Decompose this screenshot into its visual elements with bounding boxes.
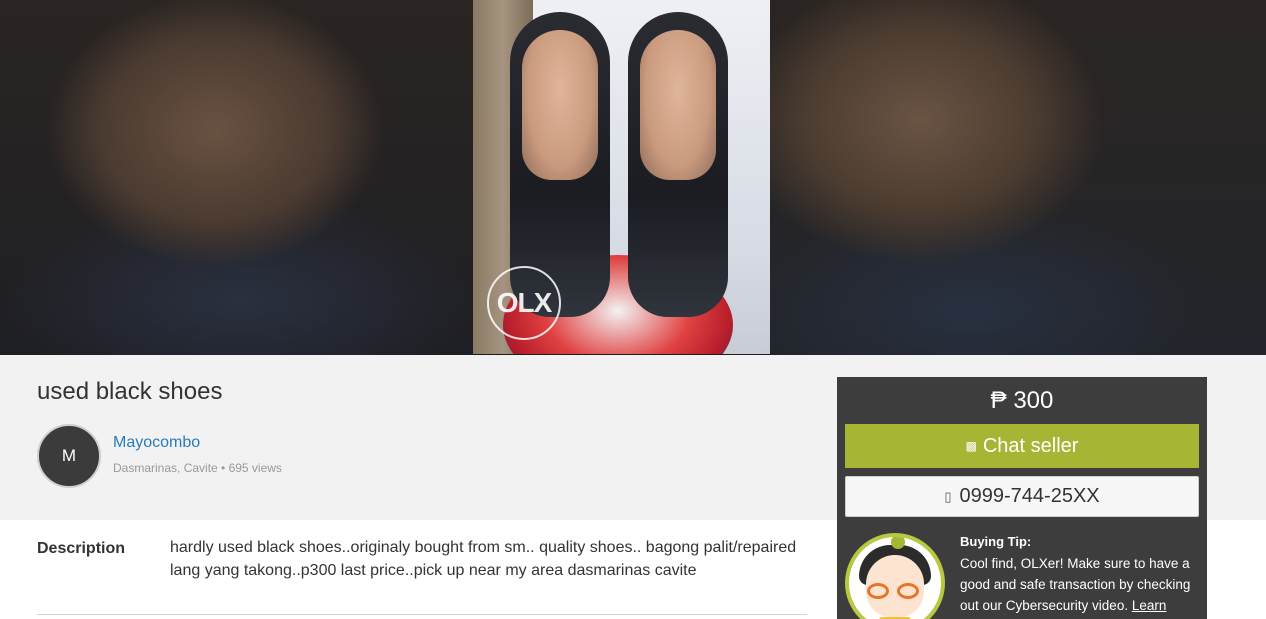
listing-title: used black shoes xyxy=(37,378,223,405)
buying-tip-learn-link[interactable]: Learn xyxy=(1132,598,1167,613)
description-label: Description xyxy=(37,540,126,557)
seller-name-link[interactable]: Mayocombo xyxy=(113,434,200,452)
gallery-blurred-background-right xyxy=(770,0,1266,355)
listing-photo[interactable]: OLX xyxy=(473,0,770,354)
seller-location-views: Dasmarinas, Cavite • 695 views xyxy=(113,461,282,475)
description-text: hardly used black shoes..originaly bough… xyxy=(170,539,797,579)
gallery-blurred-background-left xyxy=(0,0,473,355)
buying-tip-mascot-avatar xyxy=(845,533,945,619)
buying-tip-text: Cool find, OLXer! Make sure to have a go… xyxy=(960,556,1191,613)
olx-watermark-logo: OLX xyxy=(487,266,561,340)
phone-number: 0999-744-25XX xyxy=(959,485,1100,507)
chat-seller-button[interactable]: ▩ Chat seller xyxy=(845,424,1199,468)
price: ₱ 300 xyxy=(990,387,1054,414)
chat-bubble-icon: ▩ xyxy=(965,439,977,453)
contact-panel: ₱ 300 ▩ Chat seller ▯ 0999-744-25XX Buyi… xyxy=(837,377,1207,619)
phone-icon: ▯ xyxy=(944,488,952,504)
shoe-right xyxy=(628,12,728,317)
seller-avatar[interactable]: M xyxy=(37,424,101,488)
buying-tip-title: Buying Tip: xyxy=(960,534,1032,549)
chat-seller-label: Chat seller xyxy=(982,434,1079,457)
image-gallery[interactable]: OLX xyxy=(0,0,1266,355)
show-phone-button[interactable]: ▯ 0999-744-25XX xyxy=(845,476,1199,517)
divider xyxy=(37,614,807,615)
